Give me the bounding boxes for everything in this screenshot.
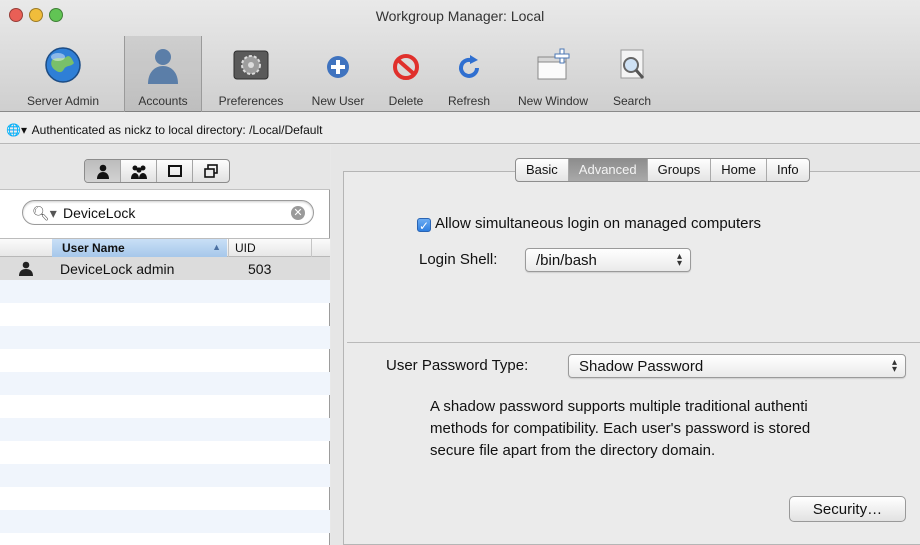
empty-row <box>0 372 330 395</box>
toolbar: Server Admin Accounts Preferences New Us… <box>0 36 920 112</box>
refresh-button[interactable]: Refresh <box>436 44 502 110</box>
auth-status-text: Authenticated as nickz to local director… <box>31 123 323 137</box>
user-name-cell: DeviceLock admin <box>60 261 175 277</box>
updown-arrows-icon: ▴ ▾ <box>891 357 897 375</box>
accounts-label: Accounts <box>138 94 188 108</box>
login-shell-label: Login Shell: <box>419 251 498 268</box>
table-row[interactable]: DeviceLock admin 503 <box>0 257 330 280</box>
empty-row <box>0 326 330 349</box>
window-title: Workgroup Manager: Local <box>375 8 545 24</box>
password-type-value: Shadow Password <box>579 358 704 375</box>
sort-ascending-icon: ▲ <box>212 242 221 252</box>
search-button[interactable]: Search <box>604 44 660 110</box>
new-window-label: New Window <box>517 94 589 108</box>
delete-button[interactable]: Delete <box>378 44 434 110</box>
user-name-header-label: User Name <box>62 241 125 255</box>
user-list: DeviceLock admin 503 <box>0 257 330 545</box>
empty-row <box>0 303 330 326</box>
password-type-select[interactable]: Shadow Password ▴ ▾ <box>568 354 906 378</box>
new-window-icon <box>537 48 570 80</box>
column-header-user-name[interactable]: User Name ▲ <box>52 239 227 257</box>
table-header: User Name ▲ UID <box>0 238 330 257</box>
empty-row <box>0 418 330 441</box>
search-label: Search <box>612 94 652 108</box>
description-line: A shadow password supports multiple trad… <box>430 398 808 415</box>
password-type-label: User Password Type: <box>386 357 529 374</box>
plus-icon <box>327 56 349 78</box>
delete-label: Delete <box>388 94 424 108</box>
new-user-button[interactable]: New User <box>300 44 376 110</box>
refresh-icon <box>459 55 479 78</box>
section-divider <box>347 342 920 343</box>
account-type-bar <box>0 145 330 190</box>
empty-row <box>0 280 330 303</box>
search-input[interactable]: 🔍︎▾ DeviceLock ✕ <box>22 200 314 225</box>
empty-row <box>0 510 330 533</box>
clear-search-icon[interactable]: ✕ <box>291 206 305 220</box>
password-type-description: A shadow password supports multiple trad… <box>430 396 920 462</box>
search-icon <box>620 49 645 79</box>
login-shell-value: /bin/bash <box>536 252 597 269</box>
uid-header-label: UID <box>235 241 256 255</box>
tab-home[interactable]: Home <box>711 159 767 181</box>
accounts-list-pane: 🔍︎▾ DeviceLock ✕ User Name ▲ UID DeviceL… <box>0 145 330 545</box>
detail-tabs: Basic Advanced Groups Home Info <box>515 158 810 182</box>
tab-basic[interactable]: Basic <box>516 159 569 181</box>
search-value: DeviceLock <box>63 205 136 221</box>
auth-bar: 🌐▾ Authenticated as nickz to local direc… <box>0 112 920 144</box>
computers-tab-icon[interactable] <box>157 160 193 182</box>
user-icon <box>19 261 33 276</box>
user-icon <box>148 49 178 84</box>
new-window-button[interactable]: New Window <box>504 44 602 110</box>
groups-tab-icon[interactable] <box>121 160 157 182</box>
empty-row <box>0 349 330 372</box>
description-line: secure file apart from the directory dom… <box>430 442 716 459</box>
account-type-selector <box>84 159 230 183</box>
security-button[interactable]: Security… <box>789 496 906 522</box>
search-field-icon: 🔍︎▾ <box>32 205 57 221</box>
description-line: methods for compatibility. Each user's p… <box>430 420 811 437</box>
empty-row <box>0 441 330 464</box>
new-user-label: New User <box>311 94 365 108</box>
delete-icon <box>393 54 419 80</box>
server-admin-button[interactable]: Server Admin <box>4 44 122 110</box>
preferences-button[interactable]: Preferences <box>204 44 298 110</box>
login-shell-select[interactable]: /bin/bash ▴ ▾ <box>525 248 691 272</box>
tab-advanced[interactable]: Advanced <box>568 159 648 181</box>
uid-cell: 503 <box>248 261 272 277</box>
updown-arrows-icon: ▴ ▾ <box>676 251 682 269</box>
computer-groups-tab-icon[interactable] <box>193 160 229 182</box>
users-tab-icon[interactable] <box>85 160 121 182</box>
server-admin-label: Server Admin <box>26 94 100 108</box>
empty-row <box>0 487 330 510</box>
allow-simultaneous-login-checkbox[interactable]: ✓ Allow simultaneous login on managed com… <box>417 215 762 233</box>
refresh-label: Refresh <box>447 94 491 108</box>
preferences-icon <box>233 50 269 80</box>
accounts-button[interactable]: Accounts <box>124 36 202 112</box>
tab-groups[interactable]: Groups <box>648 159 712 181</box>
globe-icon <box>45 47 81 83</box>
directory-menu-icon[interactable]: 🌐▾ <box>6 123 27 137</box>
window-titlebar: Workgroup Manager: Local Server Admin Ac… <box>0 0 920 112</box>
empty-row <box>0 395 330 418</box>
column-header-uid[interactable]: UID <box>228 239 312 257</box>
empty-row <box>0 464 330 487</box>
preferences-label: Preferences <box>218 94 284 108</box>
checkmark-icon: ✓ <box>417 218 431 233</box>
allow-login-label: Allow simultaneous login on managed comp… <box>435 215 762 232</box>
user-details-pane: Basic Advanced Groups Home Info ✓ Allow s… <box>331 145 920 545</box>
tab-info[interactable]: Info <box>767 159 809 181</box>
